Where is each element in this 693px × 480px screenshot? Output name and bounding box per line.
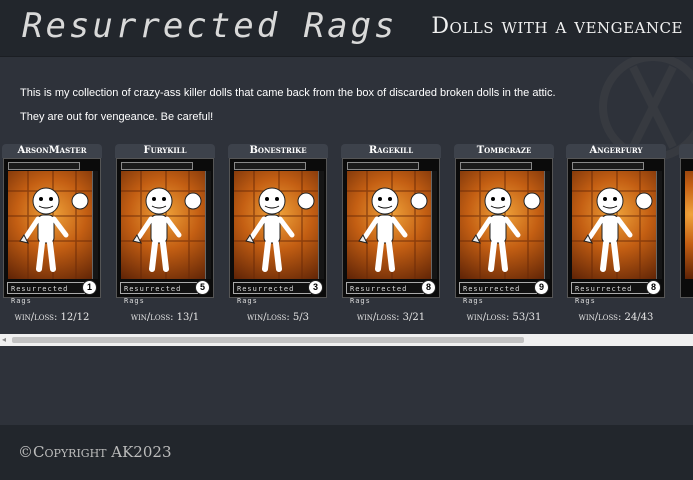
card-number-badge: 1 — [82, 280, 97, 295]
card-side-strip — [431, 171, 437, 279]
card-frame[interactable]: Resurrected Rags 1 — [3, 158, 101, 305]
card-side-strip — [544, 171, 550, 279]
doll-artwork — [8, 171, 94, 279]
doll-name: Bonestrike — [228, 144, 328, 158]
doll-artwork — [572, 171, 658, 279]
doll-card[interactable]: Bonestrike Resurrected Rags 3 win/loss: 5/3 — [228, 144, 328, 329]
card-side-strip — [656, 171, 662, 279]
doll-card[interactable]: Tombcraze Resurrected Rags 9 win/loss: 53/3… — [454, 144, 554, 329]
card-number-badge: 9 — [534, 280, 549, 295]
horizontal-scrollbar[interactable]: ◂ — [0, 334, 693, 346]
intro-line-1: This is my collection of crazy-ass kille… — [20, 87, 556, 99]
card-footer-label: Resurrected Rags — [346, 282, 424, 305]
card-frame[interactable]: Resurrected Rags 9 — [455, 158, 553, 305]
win-loss-stats: win/loss: 13/1 — [130, 312, 200, 323]
card-number-badge: 8 — [646, 280, 661, 295]
intro-line-2: They are out for vengeance. Be careful! — [20, 111, 214, 123]
doll-card-partial[interactable] — [679, 144, 693, 329]
win-loss-stats: win/loss: 3/21 — [356, 312, 426, 323]
page: Resurrected Rags Dolls with a vengeance … — [0, 0, 693, 480]
card-footer-label: Resurrected Rags — [7, 282, 85, 305]
card-side-strip — [318, 171, 324, 279]
copyright-text: ©Copyright AK2023 — [18, 443, 172, 461]
stats-background — [679, 297, 693, 329]
doll-artwork — [685, 171, 693, 279]
doll-card[interactable]: ArsonMaster Resurrected Rags 1 win/loss: 12… — [2, 144, 102, 329]
card-footer-label: Resurrected Rags — [571, 282, 649, 305]
doll-name: ArsonMaster — [2, 144, 102, 158]
intro-text: This is my collection of crazy-ass kille… — [20, 83, 556, 127]
doll-card[interactable]: Furykill Resurrected Rags 5 win/loss: 13/1 — [115, 144, 215, 329]
doll-artwork — [347, 171, 433, 279]
doll-artwork — [234, 171, 320, 279]
card-footer-label: Resurrected Rags — [120, 282, 198, 305]
win-loss-stats: win/loss: 24/43 — [578, 312, 654, 323]
card-number-badge: 5 — [195, 280, 210, 295]
doll-name: Furykill — [115, 144, 215, 158]
card-frame[interactable]: Resurrected Rags 8 — [342, 158, 440, 305]
doll-name: Ragekill — [341, 144, 441, 158]
site-logo[interactable]: Resurrected Rags — [22, 6, 398, 46]
site-tagline: Dolls with a vengeance — [431, 14, 683, 39]
card-title-strip — [460, 162, 532, 170]
scroll-thumb[interactable] — [12, 337, 524, 343]
card-side-strip — [205, 171, 211, 279]
doll-name — [679, 144, 693, 158]
card-frame[interactable]: Resurrected Rags 8 — [567, 158, 665, 305]
win-loss-stats: win/loss: 12/12 — [14, 312, 90, 323]
card-number-badge: 3 — [308, 280, 323, 295]
doll-artwork — [460, 171, 546, 279]
card-side-strip — [92, 171, 98, 279]
main-content: This is my collection of crazy-ass kille… — [0, 57, 693, 425]
card-footer-label: Resurrected Rags — [233, 282, 311, 305]
card-carousel[interactable]: ArsonMaster Resurrected Rags 1 win/loss: 12… — [0, 144, 693, 334]
card-title-strip — [8, 162, 80, 170]
card-frame[interactable]: Resurrected Rags 5 — [116, 158, 214, 305]
doll-name: Tombcraze — [454, 144, 554, 158]
win-loss-stats: win/loss: 5/3 — [247, 312, 309, 323]
card-title-strip — [347, 162, 419, 170]
card-title-strip — [121, 162, 193, 170]
doll-card[interactable]: Angerfury Resurrected Rags 8 win/loss: 24/4… — [566, 144, 666, 329]
card-footer-label: Resurrected Rags — [459, 282, 537, 305]
win-loss-stats: win/loss: 53/31 — [466, 312, 542, 323]
doll-artwork — [121, 171, 207, 279]
card-number-badge: 8 — [421, 280, 436, 295]
doll-card[interactable]: Ragekill Resurrected Rags 8 win/loss: 3/21 — [341, 144, 441, 329]
site-header: Resurrected Rags Dolls with a vengeance — [0, 0, 693, 57]
site-footer: ©Copyright AK2023 — [0, 425, 693, 480]
card-title-strip — [234, 162, 306, 170]
card-frame[interactable]: Resurrected Rags 3 — [229, 158, 327, 305]
card-frame[interactable] — [680, 158, 693, 298]
scroll-left-arrow-icon[interactable]: ◂ — [2, 336, 6, 344]
card-title-strip — [572, 162, 644, 170]
doll-name: Angerfury — [566, 144, 666, 158]
